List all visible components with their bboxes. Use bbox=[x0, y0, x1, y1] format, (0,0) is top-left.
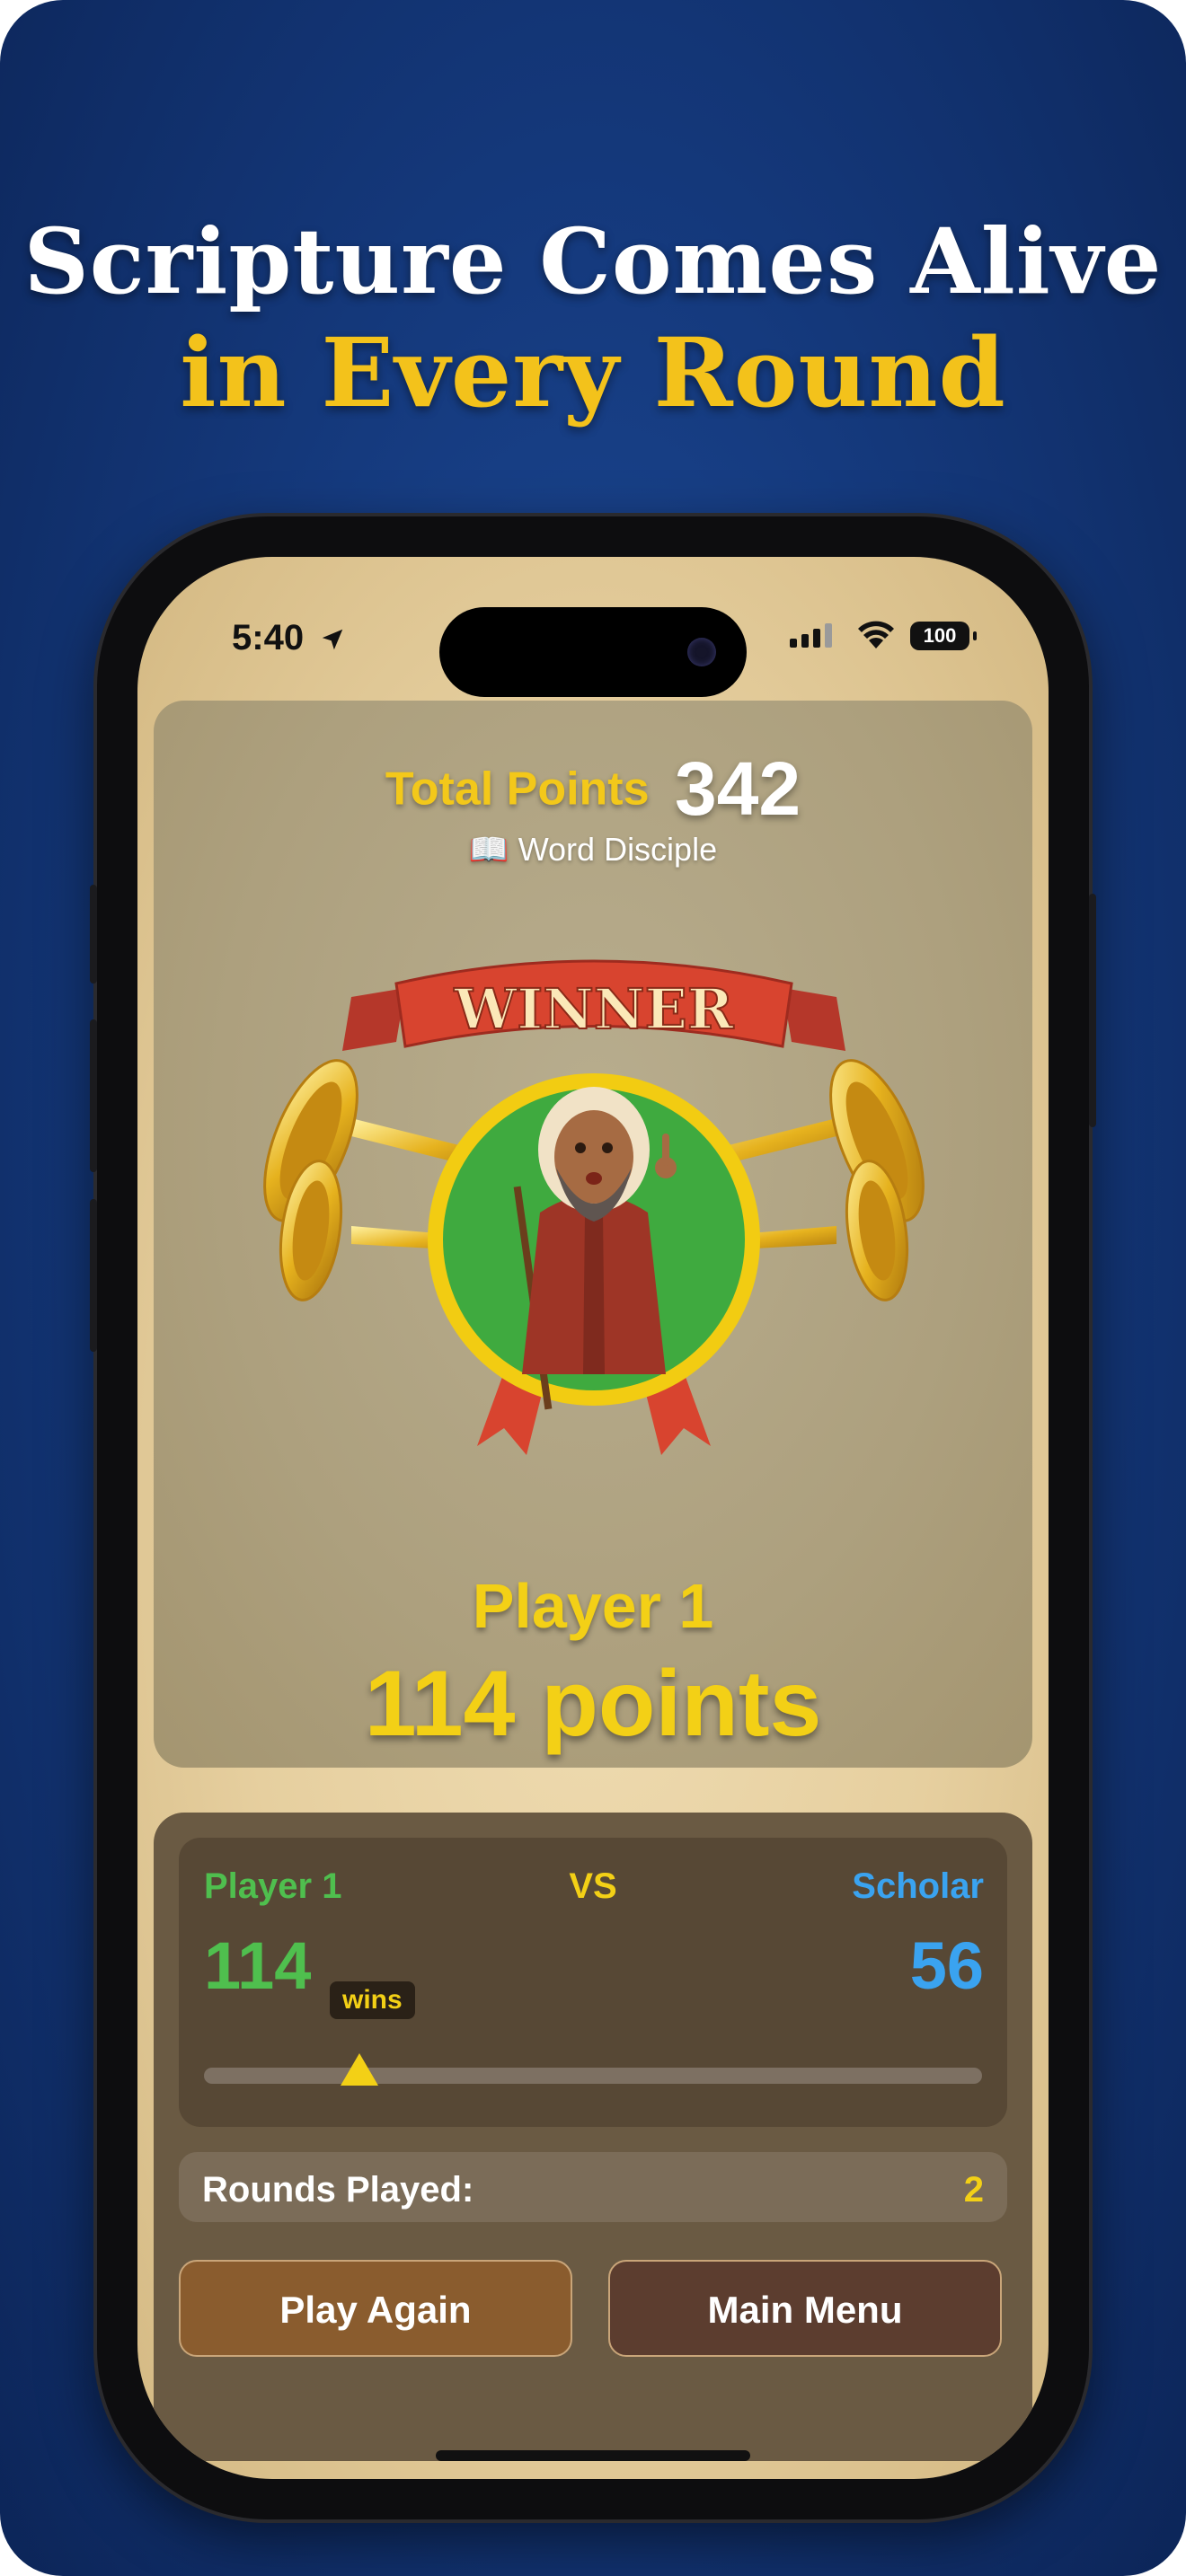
rounds-played-label: Rounds Played: bbox=[202, 2170, 474, 2210]
result-card: Total Points 342 📖 Word Disciple WINNER … bbox=[154, 701, 1032, 1768]
rounds-played-row: Rounds Played: 2 bbox=[179, 2152, 1007, 2222]
cellular-signal-icon bbox=[790, 623, 836, 648]
promo-background: Scripture Comes Alive in Every Round 5:4… bbox=[0, 0, 1186, 2576]
match-summary-card: Player 1 VS Scholar 114 56 wins Rounds P… bbox=[154, 1813, 1032, 2461]
promo-headline-line2: in Every Round bbox=[180, 316, 1006, 428]
total-points-row: Total Points 342 bbox=[154, 745, 1032, 833]
front-camera bbox=[687, 638, 716, 666]
score-balance-marker bbox=[341, 2053, 379, 2086]
promo-headline-line1: Scripture Comes Alive bbox=[23, 208, 1163, 314]
player1-score: 114 bbox=[204, 1928, 312, 2003]
book-icon: 📖 bbox=[468, 831, 509, 868]
versus-panel: Player 1 VS Scholar 114 56 wins bbox=[179, 1838, 1007, 2127]
dynamic-island bbox=[439, 607, 747, 697]
winner-banner-text: WINNER bbox=[454, 976, 734, 1042]
status-time-text: 5:40 bbox=[232, 618, 305, 657]
phone-volume-down-button bbox=[90, 1199, 97, 1352]
home-indicator[interactable] bbox=[436, 2450, 750, 2461]
play-again-button[interactable]: Play Again bbox=[179, 2260, 572, 2357]
app-screen: 5:40 100 Total Points 342 📖 Word Discipl… bbox=[137, 557, 1049, 2479]
phone-power-button bbox=[1089, 894, 1096, 1127]
main-menu-button[interactable]: Main Menu bbox=[608, 2260, 1002, 2357]
battery-icon: 100 bbox=[910, 622, 977, 650]
total-points-value: 342 bbox=[675, 746, 801, 831]
winner-points: 114 points bbox=[364, 1652, 822, 1756]
phone-frame: 5:40 100 Total Points 342 📖 Word Discipl… bbox=[90, 516, 1096, 2519]
rank-title: 📖 Word Disciple bbox=[154, 831, 1032, 869]
winner-player-name: Player 1 bbox=[472, 1571, 714, 1641]
total-points-label: Total Points bbox=[385, 763, 650, 816]
score-balance-track bbox=[204, 2068, 982, 2084]
rounds-played-value: 2 bbox=[963, 2170, 984, 2210]
status-time: 5:40 bbox=[232, 618, 346, 658]
scholar-name: Scholar bbox=[852, 1866, 984, 1906]
wifi-icon bbox=[856, 618, 896, 655]
winner-badge-illustration: WINNER bbox=[263, 959, 925, 1455]
status-bar: 5:40 100 bbox=[137, 557, 1049, 697]
rank-title-text: Word Disciple bbox=[518, 831, 718, 868]
location-arrow-icon bbox=[322, 629, 343, 650]
scholar-score: 56 bbox=[909, 1928, 984, 2003]
phone-action-button bbox=[90, 885, 97, 984]
phone-volume-up-button bbox=[90, 1019, 97, 1172]
wins-badge: wins bbox=[330, 1981, 415, 2019]
